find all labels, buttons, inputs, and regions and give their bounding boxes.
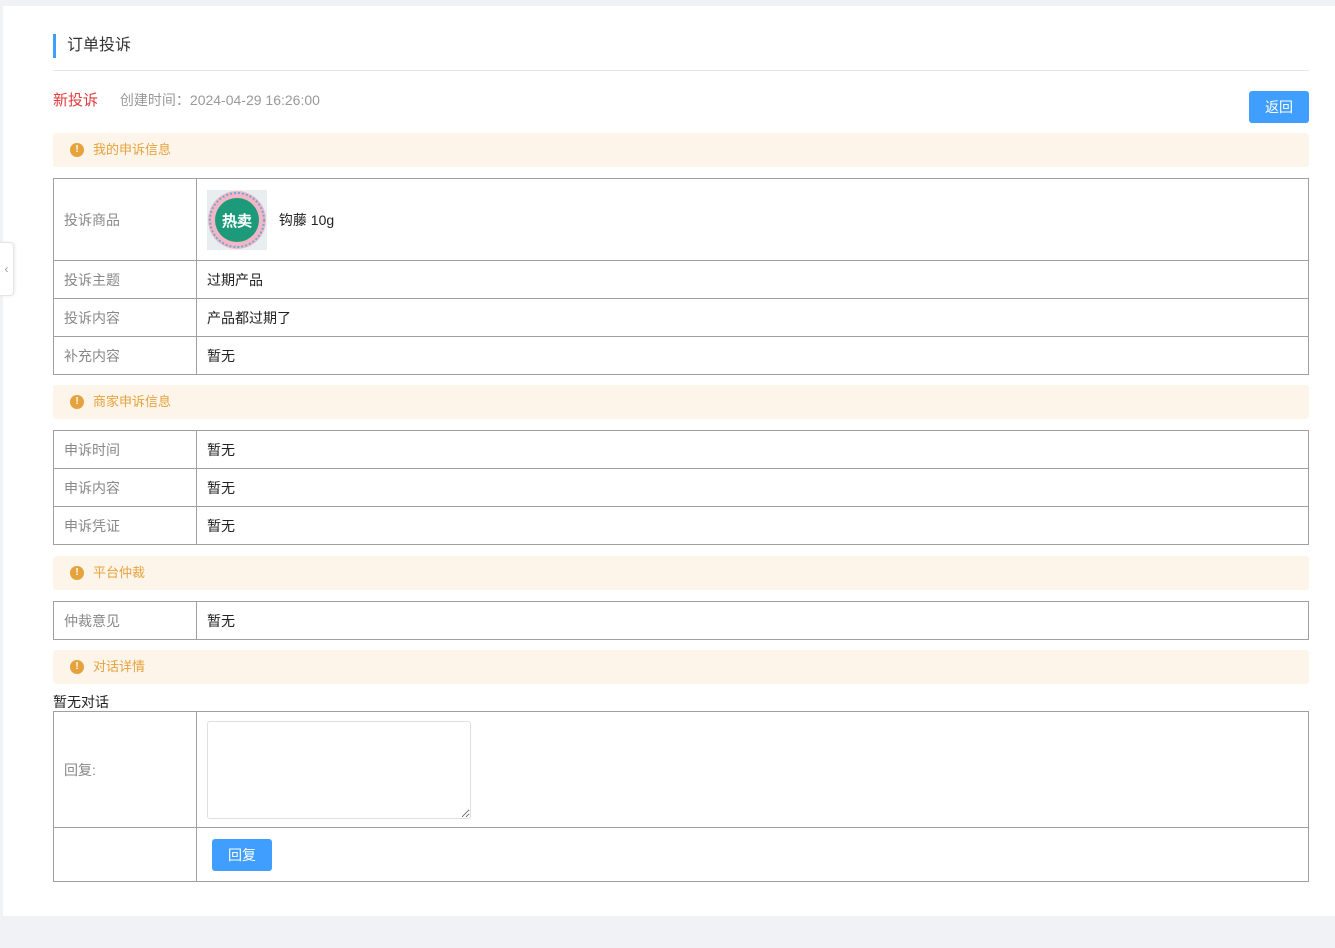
reply-cell [196, 711, 1309, 828]
table-row: 申诉凭证 暂无 [53, 506, 1309, 545]
section-title: 商家申诉信息 [93, 394, 172, 409]
back-button[interactable]: 返回 [1249, 91, 1309, 123]
row-value: 产品都过期了 [196, 298, 1309, 337]
arbitration-table: 仲裁意见 暂无 [53, 601, 1309, 640]
page-header: 订单投诉 [53, 34, 1309, 71]
table-row: 投诉内容 产品都过期了 [53, 298, 1309, 337]
table-row: 回复: [53, 711, 1309, 828]
created-time: 创建时间：2024-04-29 16:26:00 [120, 92, 320, 108]
complaint-status-line: 新投诉 创建时间：2024-04-29 16:26:00 [53, 90, 320, 110]
row-value: 暂无 [196, 601, 1309, 640]
created-label: 创建时间： [119, 92, 190, 108]
row-value: 暂无 [196, 430, 1309, 469]
table-row: 申诉内容 暂无 [53, 468, 1309, 507]
row-value: 过期产品 [196, 260, 1309, 299]
product-image[interactable]: 热卖 [207, 189, 267, 250]
section-title: 对话详情 [93, 659, 146, 674]
row-value: 暂无 [196, 506, 1309, 545]
row-value: 暂无 [196, 468, 1309, 507]
merchant-appeal-table: 申诉时间 暂无 申诉内容 暂无 申诉凭证 暂无 [53, 430, 1309, 545]
product-image-label: 热卖 [222, 212, 252, 230]
empty-dialog-text: 暂无对话 [53, 694, 109, 710]
table-row: 申诉时间 暂无 [53, 430, 1309, 469]
reply-table: 回复: 回复 [53, 711, 1309, 882]
row-label: 申诉时间 [53, 430, 197, 469]
row-label: 仲裁意见 [53, 601, 197, 640]
table-row: 回复 [53, 827, 1309, 882]
table-row: 投诉主题 过期产品 [53, 260, 1309, 299]
my-appeal-table: 投诉商品 热卖 钩藤 10g 投诉主题 过期产品 投诉内容 产品都过期了 补充内… [53, 178, 1309, 375]
page-title: 订单投诉 [67, 37, 132, 54]
row-label: 补充内容 [53, 336, 197, 375]
reply-button-cell: 回复 [196, 827, 1309, 882]
created-time-value: 2024-04-29 16:26:00 [189, 92, 320, 108]
table-row: 仲裁意见 暂无 [53, 601, 1309, 640]
chevron-left-icon: ‹ [4, 262, 9, 276]
section-title: 我的申诉信息 [93, 142, 172, 157]
status-badge: 新投诉 [53, 92, 99, 109]
row-label: 投诉商品 [53, 178, 197, 261]
product-cell: 热卖 钩藤 10g [196, 178, 1309, 261]
product-name: 钩藤 10g [278, 211, 335, 228]
row-value: 暂无 [196, 336, 1309, 375]
warning-icon: ! [70, 566, 84, 580]
section-arbitration-header: ! 平台仲裁 [53, 556, 1309, 590]
reply-textarea[interactable] [207, 720, 471, 819]
section-my-appeal-header: ! 我的申诉信息 [53, 133, 1309, 167]
sidebar-collapse-toggle[interactable]: ‹ [0, 242, 14, 296]
row-label: 申诉内容 [53, 468, 197, 507]
table-row: 补充内容 暂无 [53, 336, 1309, 375]
row-label: 投诉内容 [53, 298, 197, 337]
section-dialog-header: ! 对话详情 [53, 650, 1309, 684]
warning-icon: ! [70, 660, 84, 674]
table-row: 投诉商品 热卖 钩藤 10g [53, 178, 1309, 261]
title-accent-bar [53, 34, 56, 58]
section-title: 平台仲裁 [93, 565, 146, 580]
reply-label: 回复: [53, 711, 197, 828]
section-merchant-appeal-header: ! 商家申诉信息 [53, 385, 1309, 419]
reply-button[interactable]: 回复 [212, 838, 272, 871]
warning-icon: ! [70, 143, 84, 157]
row-label: 投诉主题 [53, 260, 197, 299]
row-label: 申诉凭证 [53, 506, 197, 545]
empty-label-cell [53, 827, 197, 882]
warning-icon: ! [70, 395, 84, 409]
